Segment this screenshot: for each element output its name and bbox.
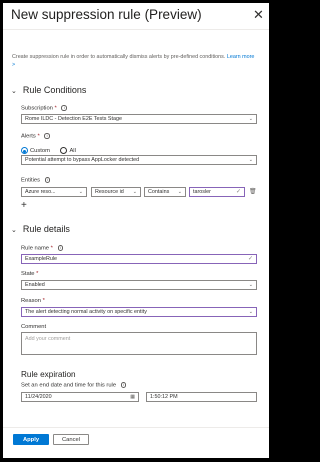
entity-value-input[interactable]: tarosler ✓ — [189, 187, 245, 197]
chevron-down-icon: ⌄ — [11, 227, 17, 234]
expiration-title: Rule expiration — [21, 370, 76, 379]
subscription-label: Subscription * i — [21, 105, 67, 111]
chevron-down-icon: ⌄ — [248, 282, 253, 288]
entity-field-dropdown[interactable]: Resource id ⌄ — [91, 187, 141, 197]
check-icon: ✓ — [247, 256, 253, 262]
rule-conditions-header[interactable]: ⌄ Rule Conditions — [11, 85, 86, 95]
chevron-down-icon: ⌄ — [248, 116, 253, 122]
info-icon: i — [120, 382, 127, 388]
radio-custom[interactable] — [21, 147, 28, 155]
description-text: Create suppression rule in order to auto… — [12, 54, 226, 60]
radio-all-label: All — [69, 147, 76, 154]
trash-icon[interactable]: 🗑 — [249, 188, 257, 195]
comment-textarea[interactable]: Add your comment — [21, 332, 257, 355]
rule-details-title: Rule details — [22, 224, 70, 234]
close-icon[interactable]: ✕ — [253, 7, 264, 23]
state-label: State * — [21, 271, 39, 277]
entity-operator-dropdown[interactable]: Contains ⌄ — [144, 187, 186, 197]
add-entity-plus-icon[interactable]: + — [21, 200, 27, 211]
chevron-down-icon: ⌄ — [11, 88, 17, 95]
page-title: New suppression rule (Preview) — [11, 7, 202, 22]
radio-custom-label: Custom — [30, 147, 50, 154]
chevron-down-icon: ⌄ — [78, 189, 83, 195]
reason-dropdown[interactable]: The alert detecting normal activity on s… — [21, 307, 257, 317]
chevron-down-icon: ⌄ — [177, 189, 182, 195]
expiration-time-input[interactable]: 1:50:12 PM — [146, 392, 257, 402]
expiration-date-input[interactable]: 11/24/2020 ▦ — [21, 392, 139, 402]
radio-all[interactable] — [60, 147, 68, 155]
entity-type-dropdown[interactable]: Azure reso... ⌄ — [21, 187, 87, 197]
rule-details-header[interactable]: ⌄ Rule details — [11, 224, 70, 234]
chevron-down-icon: ⌄ — [248, 157, 253, 163]
alerts-label: Alerts * i — [21, 133, 50, 139]
info-icon: i — [57, 245, 64, 251]
entities-label: Entities i — [21, 177, 51, 183]
info-icon: i — [44, 133, 50, 139]
subscription-dropdown[interactable]: Rome ILDC - Detection E2E Tests Stage ⌄ — [21, 114, 257, 124]
footer-divider — [3, 427, 269, 428]
description: Create suppression rule in order to auto… — [12, 54, 258, 69]
header-divider — [3, 29, 269, 30]
suppression-rule-panel: New suppression rule (Preview) ✕ Create … — [3, 3, 269, 458]
reason-label: Reason * — [21, 298, 45, 304]
cancel-button[interactable]: Cancel — [53, 434, 89, 445]
subscription-value: Rome ILDC - Detection E2E Tests Stage — [25, 116, 122, 122]
rule-conditions-title: Rule Conditions — [22, 85, 87, 95]
check-icon: ✓ — [235, 189, 241, 195]
state-dropdown[interactable]: Enabled ⌄ — [21, 280, 257, 290]
info-icon: i — [61, 105, 67, 111]
rule-name-input[interactable]: ExampleRule ✓ — [21, 254, 257, 264]
alerts-dropdown[interactable]: Potential attempt to bypass AppLocker de… — [21, 155, 257, 165]
chevron-down-icon: ⌄ — [132, 189, 137, 195]
rule-name-label: Rule name * i — [21, 245, 64, 251]
apply-button[interactable]: Apply — [13, 434, 49, 445]
alerts-value: Potential attempt to bypass AppLocker de… — [25, 157, 140, 163]
chevron-down-icon: ⌄ — [248, 309, 253, 315]
calendar-icon: ▦ — [130, 394, 135, 400]
info-icon: i — [44, 177, 51, 183]
expiration-subtitle: Set an end date and time for this rule i — [21, 382, 127, 388]
comment-label: Comment — [21, 324, 47, 330]
